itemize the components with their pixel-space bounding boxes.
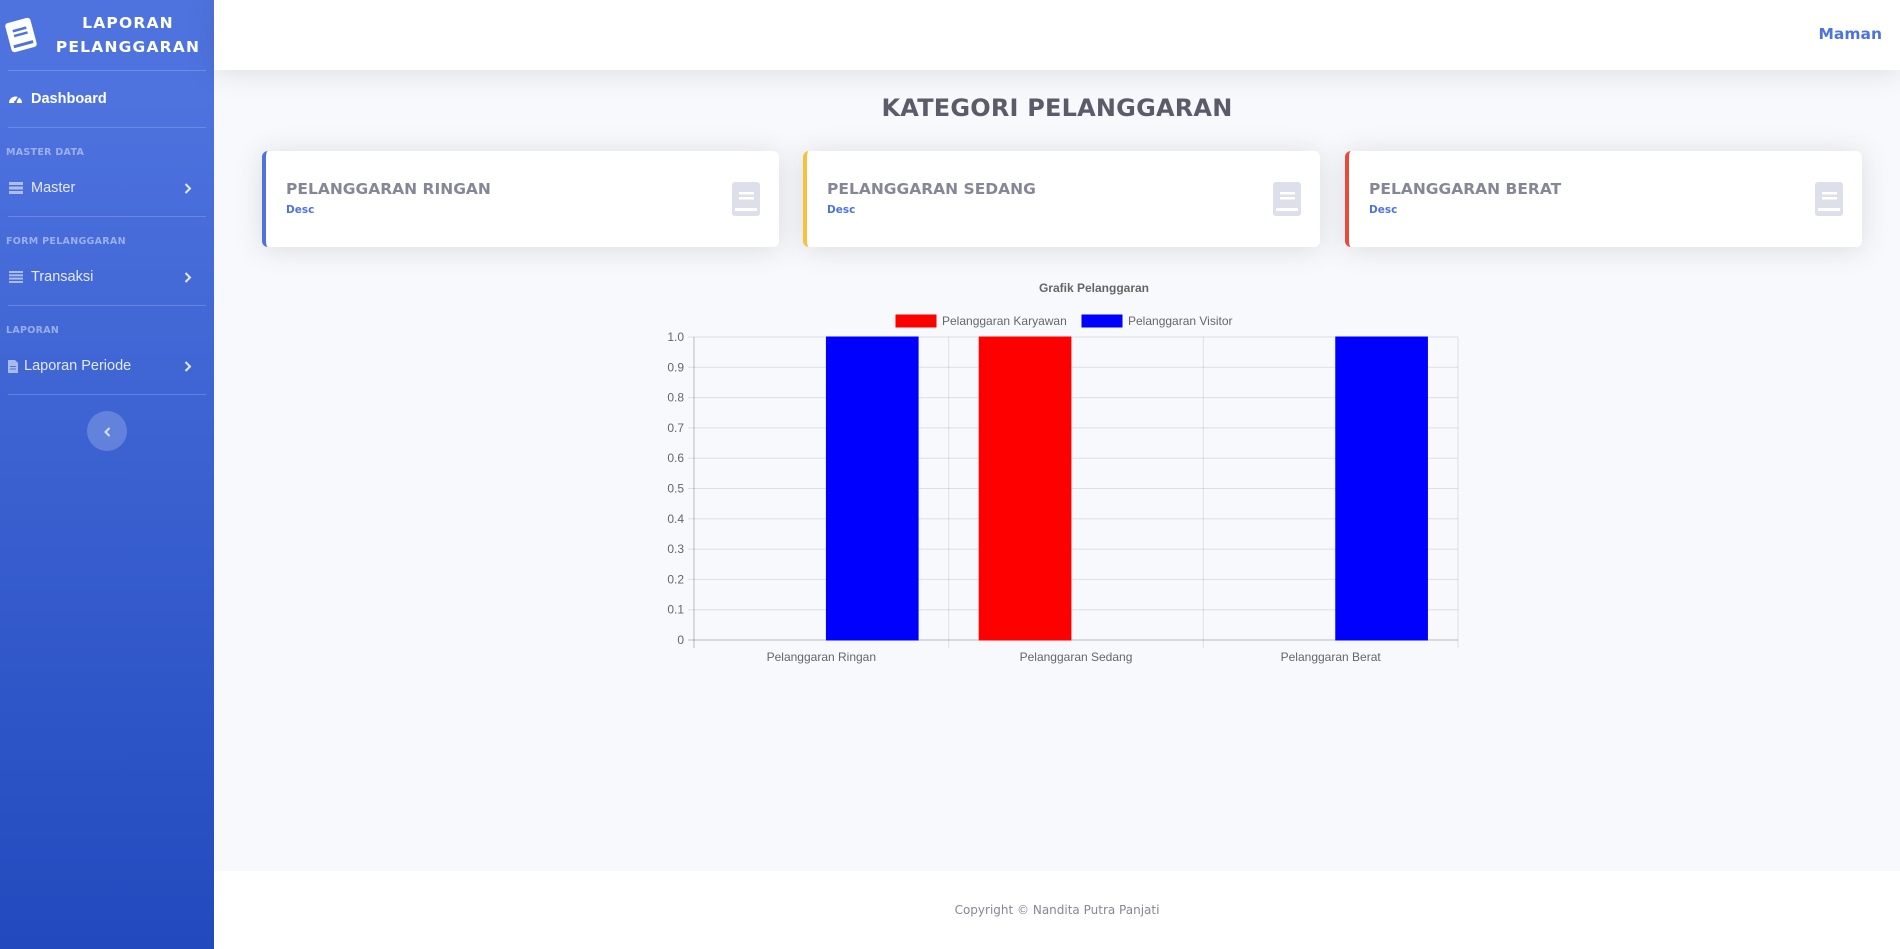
y-tick-label: 0.9 [667,360,684,374]
user-menu[interactable]: Maman [1818,25,1882,43]
sidebar-item-master[interactable]: Master [0,160,214,216]
card-pelanggaran-ringan: PELANGGARAN RINGAN Desc [262,151,779,247]
brand-line-2: PELANGGARAN [55,38,201,56]
y-tick-label: 0.6 [667,451,684,465]
book-icon [731,181,761,217]
legend-label-0: Pelanggaran Karyawan [942,314,1067,328]
chevron-right-icon [182,271,194,283]
chart-container: Grafik Pelanggaran Pelanggaran Karyawan Pe… [640,275,1480,675]
chart-title: Grafik Pelanggaran [1039,281,1149,295]
sidebar-item-dashboard[interactable]: Dashboard [0,71,214,127]
sidebar-toggle-button[interactable] [87,411,127,451]
card-title: PELANGGARAN SEDANG [827,180,1036,198]
y-tick-label: 0.1 [667,603,684,617]
file-icon [7,358,18,374]
legend-swatch-0 [895,314,937,328]
y-tick-label: 0.2 [667,572,684,586]
bar-pelanggaran-visitor-0 [825,336,919,641]
sidebar-heading-master-data: MASTER DATA [6,147,85,158]
legend-label-1: Pelanggaran Visitor [1128,314,1233,328]
bar-chart: Grafik Pelanggaran Pelanggaran Karyawan Pe… [667,281,1459,664]
x-tick-label: Pelanggaran Ringan [767,650,876,664]
sidebar-item-label: Dashboard [31,91,107,107]
y-tick-label: 0.5 [667,482,684,496]
card-pelanggaran-berat: PELANGGARAN BERAT Desc [1345,151,1862,247]
bar-pelanggaran-visitor-2 [1335,336,1428,641]
y-tick-label: 0.3 [667,542,684,556]
card-title: PELANGGARAN RINGAN [286,180,491,198]
bar-pelanggaran-karyawan-1 [978,336,1072,641]
book-icon [1814,181,1844,217]
chevron-left-icon [103,422,111,441]
copyright-text: Copyright © Nandita Putra Panjati [954,903,1160,917]
sidebar-item-laporan-periode[interactable]: Laporan Periode [0,338,214,394]
page-title: KATEGORI PELANGGARAN [881,94,1233,122]
x-tick-label: Pelanggaran Berat [1281,650,1382,664]
card-desc: Desc [1369,204,1398,216]
footer: Copyright © Nandita Putra Panjati [214,871,1900,949]
brand-title: LAPORAN PELANGGARAN [38,11,214,59]
y-tick-label: 1.0 [667,330,684,344]
y-tick-label: 0 [677,633,684,647]
card-desc: Desc [286,204,315,216]
brand-line-1: LAPORAN [82,14,174,32]
sidebar-toggle-wrap [0,395,214,451]
list-icon [7,269,24,285]
sidebar-item-label: Transaksi [31,269,94,285]
y-tick-label: 0.7 [667,421,684,435]
sidebar-brand[interactable]: LAPORAN PELANGGARAN [0,0,214,70]
card-pelanggaran-sedang: PELANGGARAN SEDANG Desc [803,151,1320,247]
sidebar-item-label: Master [31,180,76,196]
tachometer-icon [7,91,24,107]
sidebar: LAPORAN PELANGGARAN Dashboard MASTER DAT… [0,0,214,949]
sidebar-item-transaksi[interactable]: Transaksi [0,249,214,305]
book-icon [1272,181,1302,217]
card-desc: Desc [827,204,856,216]
x-tick-label: Pelanggaran Sedang [1020,650,1133,664]
y-tick-label: 0.4 [667,512,684,526]
chevron-right-icon [182,360,194,372]
y-tick-label: 0.8 [667,391,684,405]
book-icon [0,11,43,58]
table-icon [7,180,24,196]
sidebar-item-label: Laporan Periode [24,358,132,374]
sidebar-heading-form-pelanggaran: FORM PELANGGARAN [6,236,126,247]
legend-swatch-1 [1081,314,1123,328]
chevron-right-icon [182,182,194,194]
sidebar-heading-laporan: LAPORAN [6,325,60,336]
card-title: PELANGGARAN BERAT [1369,180,1562,198]
topbar: Maman [214,0,1900,70]
